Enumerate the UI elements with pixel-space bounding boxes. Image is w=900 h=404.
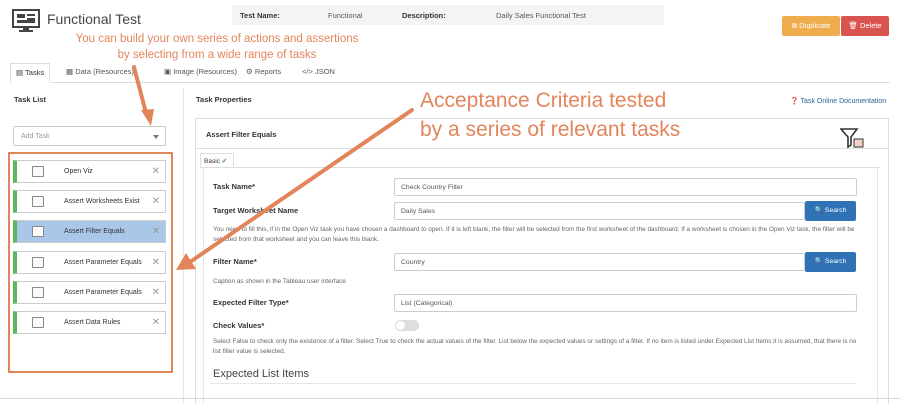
task-item-label: Assert Parameter Equals <box>64 289 142 296</box>
filter-name-help: Caption as shown in the Tableau user int… <box>213 278 346 285</box>
tab-json[interactable]: </> JSON <box>302 63 335 83</box>
search-button-label: Search <box>824 258 847 265</box>
bottom-divider <box>0 398 900 399</box>
task-item-label: Assert Parameter Equals <box>64 259 142 266</box>
task-panel-title: Assert Filter Equals <box>206 130 277 139</box>
duplicate-button[interactable]: ⧉ Duplicate <box>782 16 840 36</box>
panel-divider <box>183 88 184 404</box>
check-values-toggle[interactable] <box>395 320 419 331</box>
tab-reports[interactable]: ⚙ Reports <box>246 63 281 83</box>
tab-label: Image (Resources) <box>173 67 237 76</box>
chevron-down-icon <box>153 135 159 139</box>
duplicate-label: Duplicate <box>799 21 831 30</box>
image-icon: ▣ <box>164 67 172 76</box>
tab-label: JSON <box>314 67 335 76</box>
task-properties-title: Task Properties <box>196 95 252 104</box>
task-name-input[interactable]: Check Country Filter <box>394 178 857 196</box>
dashboard-icon <box>12 9 40 32</box>
tab-label: Data (Resources) <box>75 67 134 76</box>
annotation-big-note: Acceptance Criteria tested by a series o… <box>420 86 680 145</box>
close-icon[interactable]: ✕ <box>152 287 160 298</box>
task-item-label: Assert Data Rules <box>64 319 121 326</box>
big-note-line-1: Acceptance Criteria tested <box>420 89 667 112</box>
search-button-label: Search <box>824 207 847 214</box>
task-item-label: Open Viz <box>64 168 93 175</box>
tab-data-resources[interactable]: ▦ Data (Resources) <box>66 63 134 83</box>
check-values-help: Select False to check only the existence… <box>213 338 857 355</box>
arrow-head <box>176 253 196 270</box>
task-item-assert-parameter-equals[interactable]: Assert Parameter Equals ✕ <box>13 281 166 304</box>
expected-filter-type-label: Expected Filter Type* <box>213 298 289 307</box>
filter-name-input[interactable]: Country <box>394 253 805 271</box>
task-item-assert-filter-equals[interactable]: Assert Filter Equals ✕ <box>13 220 166 243</box>
close-icon[interactable]: ✕ <box>152 166 160 177</box>
target-worksheet-label: Target Worksheet Name <box>213 206 299 215</box>
check-values-label: Check Values* <box>213 321 265 330</box>
parameter-icon <box>32 287 44 298</box>
tab-image-resources[interactable]: ▣ Image (Resources) <box>164 63 237 83</box>
copy-icon: ⧉ <box>791 21 797 30</box>
task-item-label: Assert Worksheets Exist <box>64 198 140 205</box>
expected-list-items-heading: Expected List Items <box>213 368 309 380</box>
delete-label: Delete <box>859 21 882 30</box>
search-button[interactable]: 🔍 Search <box>805 252 856 272</box>
test-name-value: Functional <box>328 11 363 20</box>
trash-icon: 🗑 <box>848 21 858 30</box>
add-task-select[interactable]: Add Task <box>13 126 166 146</box>
task-item-assert-worksheets-exist[interactable]: Assert Worksheets Exist ✕ <box>13 190 166 213</box>
description-value: Daily Sales Functional Test <box>496 11 586 20</box>
search-icon: 🔍 <box>814 258 824 265</box>
close-icon[interactable]: ✕ <box>152 196 160 207</box>
target-worksheet-input[interactable]: Daily Sales <box>394 202 805 220</box>
close-icon[interactable]: ✕ <box>152 317 160 328</box>
tab-tasks[interactable]: ▤ Tasks <box>10 63 51 83</box>
task-item-label: Assert Filter Equals <box>64 228 125 235</box>
tab-basic[interactable]: Basic ✔ <box>200 153 234 167</box>
arrow-head <box>141 109 154 126</box>
task-documentation-link[interactable]: ❓ Task Online Documentation <box>790 97 886 105</box>
tasks-icon: ▤ <box>16 68 24 77</box>
expected-filter-type-select[interactable]: List (Categorical) <box>394 294 857 312</box>
search-button[interactable]: 🔍 Search <box>805 201 856 221</box>
close-icon[interactable]: ✕ <box>152 257 160 268</box>
description-label: Description: <box>402 11 446 20</box>
doc-link-label: Task Online Documentation <box>800 98 887 105</box>
target-worksheet-help: You need to fill this, if in the Open Vi… <box>213 226 855 243</box>
task-name-label: Task Name* <box>213 182 255 191</box>
main-tabs: ▤ Tasks ▦ Data (Resources) ▣ Image (Reso… <box>10 63 890 83</box>
annotation-small-note: You can build your own series of actions… <box>75 33 359 62</box>
delete-button[interactable]: 🗑 Delete <box>841 16 889 36</box>
task-item-assert-data-rules[interactable]: Assert Data Rules ✕ <box>13 311 166 334</box>
filter-icon <box>32 226 44 237</box>
tab-basic-label: Basic <box>204 158 220 165</box>
search-icon: 🔍 <box>814 207 824 214</box>
task-list-title: Task List <box>14 95 46 104</box>
check-icon: ✔ <box>221 158 228 165</box>
test-name-label: Test Name: <box>240 11 280 20</box>
filter-name-label: Filter Name* <box>213 257 257 266</box>
tab-label: Tasks <box>25 68 45 77</box>
page-title: Functional Test <box>47 11 141 27</box>
table-icon: ▦ <box>66 67 74 76</box>
add-task-placeholder: Add Task <box>21 133 50 140</box>
test-meta-bar: Test Name: Functional Description: Daily… <box>232 5 664 25</box>
tab-label: Reports <box>254 67 282 76</box>
big-note-line-2: by a series of relevant tasks <box>420 118 681 142</box>
help-icon: ❓ <box>790 98 799 105</box>
gear-icon: ⚙ <box>246 67 253 76</box>
code-icon: </> <box>302 67 313 76</box>
filter-icon <box>840 128 864 149</box>
data-rules-icon <box>32 317 44 328</box>
task-item-open-viz[interactable]: Open Viz ✕ <box>13 160 166 183</box>
toggle-knob <box>396 321 405 330</box>
expected-list-divider <box>210 383 856 384</box>
close-icon[interactable]: ✕ <box>152 226 160 237</box>
parameter-icon <box>32 257 44 268</box>
task-item-assert-parameter-equals[interactable]: Assert Parameter Equals ✕ <box>13 251 166 274</box>
viz-icon <box>32 166 44 177</box>
worksheets-icon <box>32 196 44 207</box>
